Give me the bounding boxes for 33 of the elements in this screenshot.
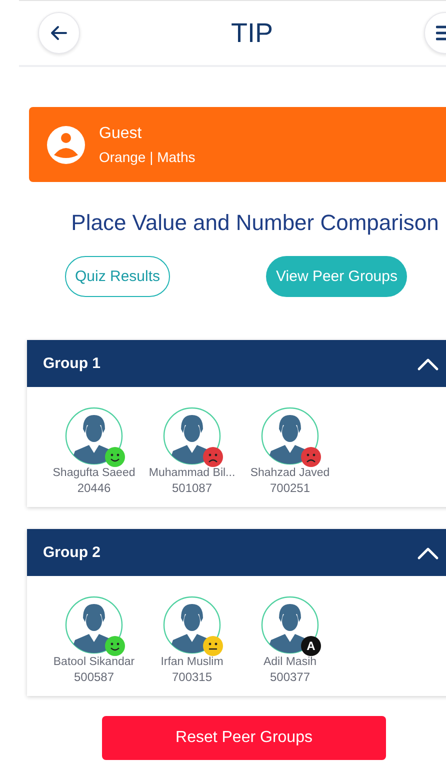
member-id: 700315 <box>172 670 212 684</box>
avatar-icon <box>261 407 319 465</box>
topic-title: Place Value and Number Comparison <box>70 210 440 236</box>
reset-button[interactable]: Reset Peer Groups <box>102 716 386 760</box>
user-avatar-icon <box>46 124 86 164</box>
avatar-icon <box>163 407 221 465</box>
group-title: Group 2 <box>43 544 101 561</box>
member-id: 500587 <box>74 670 114 684</box>
member-name: Adil Masih <box>263 656 317 668</box>
member-name: Irfan Muslim <box>160 656 224 668</box>
member-id: 700251 <box>270 481 310 495</box>
back-arrow-icon <box>49 23 69 43</box>
action-button[interactable]: View Peer Groups <box>266 256 408 297</box>
back-button[interactable] <box>38 12 80 54</box>
user-name: Guest <box>99 124 143 142</box>
avatar-icon <box>261 596 319 654</box>
member-name: Batool Sikandar <box>53 656 135 668</box>
avatar-icon <box>65 596 123 654</box>
member-id: 501087 <box>172 481 212 495</box>
member-name: Shahzad Javed <box>250 467 330 479</box>
member-id: 500377 <box>270 670 310 684</box>
member-id: 20446 <box>77 481 111 495</box>
action-button[interactable]: Quiz Results <box>65 256 170 297</box>
group-title: Group 1 <box>43 355 101 372</box>
avatar-icon <box>65 407 123 465</box>
app-title: TIP <box>230 18 273 48</box>
member-name: Muhammad Bil... <box>148 467 236 479</box>
absent-badge: A <box>301 636 321 656</box>
group-header[interactable]: Group 2 <box>27 529 446 576</box>
group-header[interactable]: Group 1 <box>27 340 446 387</box>
member-name: Shagufta Saeed <box>52 467 136 479</box>
user-class-subject: Orange | Maths <box>99 148 196 164</box>
avatar-icon <box>163 596 221 654</box>
